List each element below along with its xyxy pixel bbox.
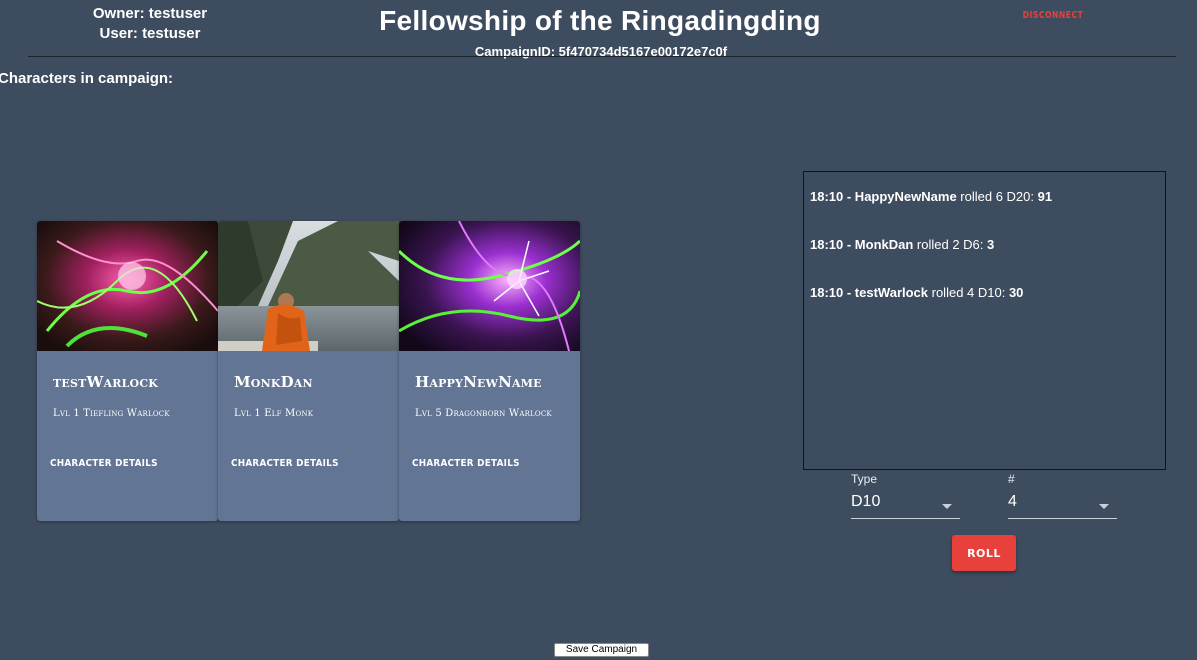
roll-log-entry: 18:10 - testWarlock rolled 4 D10: 30 bbox=[810, 285, 1023, 300]
roll-result: 3 bbox=[987, 237, 995, 252]
character-subtitle: Lvl 5 Dragonborn Warlock bbox=[415, 408, 552, 419]
character-card: MonkDan Lvl 1 Elf Monk CHARACTER DETAILS bbox=[218, 221, 399, 521]
roll-text: rolled 2 D6: bbox=[913, 237, 988, 252]
characters-section-label: Characters in campaign: bbox=[0, 70, 174, 87]
roll-log-entry: 18:10 - MonkDan rolled 2 D6: 3 bbox=[810, 237, 994, 252]
owner-user-info: Owner: testuser User: testuser bbox=[90, 4, 210, 44]
chevron-down-icon bbox=[942, 504, 952, 509]
user-label: User: testuser bbox=[99, 25, 201, 42]
roll-result: 30 bbox=[1008, 285, 1024, 300]
character-card: testWarlock Lvl 1 Tiefling Warlock CHARA… bbox=[37, 221, 218, 521]
roll-log-entry: 18:10 - HappyNewName rolled 6 D20: 91 bbox=[810, 189, 1052, 204]
roll-button[interactable]: ROLL bbox=[952, 535, 1016, 571]
character-name: testWarlock bbox=[53, 373, 159, 391]
character-image bbox=[218, 221, 399, 351]
character-image bbox=[37, 221, 218, 351]
roll-text: rolled 4 D10: bbox=[928, 285, 1009, 300]
dice-type-value: D10 bbox=[851, 493, 881, 510]
character-subtitle: Lvl 1 Tiefling Warlock bbox=[53, 408, 170, 419]
dice-count-label: # bbox=[1008, 472, 1015, 486]
character-image bbox=[399, 221, 580, 351]
dice-count-value: 4 bbox=[1008, 493, 1017, 510]
campaign-title: Fellowship of the Ringadingding bbox=[379, 5, 821, 36]
dice-count-select[interactable]: 4 bbox=[1008, 493, 1117, 519]
dice-type-label: Type bbox=[851, 472, 878, 486]
character-subtitle: Lvl 1 Elf Monk bbox=[234, 408, 314, 419]
roll-time-name: 18:10 - testWarlock bbox=[810, 285, 929, 300]
save-campaign-button[interactable]: Save Campaign bbox=[554, 643, 649, 657]
character-card: HappyNewName Lvl 5 Dragonborn Warlock CH… bbox=[399, 221, 580, 521]
character-card-list: testWarlock Lvl 1 Tiefling Warlock CHARA… bbox=[37, 221, 580, 521]
roll-result: 91 bbox=[1037, 189, 1053, 204]
roll-time-name: 18:10 - HappyNewName bbox=[810, 189, 957, 204]
character-details-button[interactable]: CHARACTER DETAILS bbox=[231, 458, 339, 469]
chevron-down-icon bbox=[1099, 504, 1109, 509]
character-name: HappyNewName bbox=[415, 373, 542, 391]
roll-text: rolled 6 D20: bbox=[956, 189, 1038, 204]
disconnect-button[interactable]: DISCONNECT bbox=[1015, 10, 1092, 21]
character-details-button[interactable]: CHARACTER DETAILS bbox=[412, 458, 520, 469]
header-divider bbox=[28, 56, 1176, 57]
character-details-button[interactable]: CHARACTER DETAILS bbox=[50, 458, 158, 469]
character-name: MonkDan bbox=[234, 373, 313, 391]
roll-log: 18:10 - HappyNewName rolled 6 D20: 91 18… bbox=[803, 171, 1166, 470]
owner-label: Owner: testuser bbox=[92, 5, 208, 22]
dice-type-select[interactable]: D10 bbox=[851, 493, 960, 519]
roll-time-name: 18:10 - MonkDan bbox=[810, 237, 914, 252]
